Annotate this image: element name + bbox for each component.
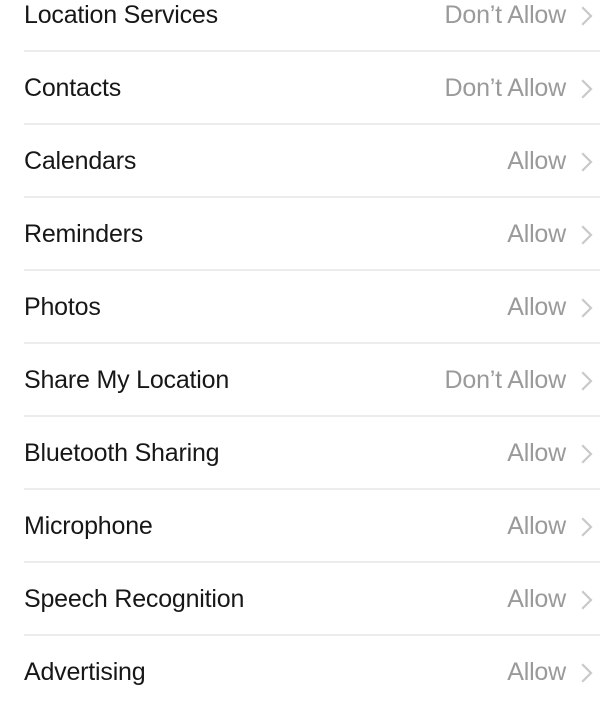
settings-row-accessory-group: Allow (507, 441, 594, 466)
chevron-right-icon (580, 370, 594, 392)
settings-row-location-services[interactable]: Location Services Don’t Allow (0, 0, 600, 52)
settings-row-label: Share My Location (24, 366, 230, 394)
settings-row-value: Allow (507, 658, 566, 686)
chevron-right-icon (580, 5, 594, 27)
settings-row-value: Don’t Allow (444, 366, 567, 394)
chevron-right-icon (580, 224, 594, 246)
settings-row-label: Advertising (24, 658, 146, 686)
settings-row-value: Allow (507, 220, 566, 248)
settings-row-advertising[interactable]: Advertising Allow (0, 636, 600, 709)
chevron-right-icon (580, 443, 594, 465)
settings-row-value: Allow (507, 585, 566, 613)
settings-row-share-my-location[interactable]: Share My Location Don’t Allow (0, 344, 600, 417)
settings-row-label: Bluetooth Sharing (24, 439, 220, 467)
chevron-right-icon (580, 151, 594, 173)
chevron-right-icon (580, 589, 594, 611)
privacy-settings-list: Location Services Don’t Allow Contacts D… (0, 0, 600, 709)
settings-row-accessory-group: Allow (507, 660, 594, 685)
settings-row-calendars[interactable]: Calendars Allow (0, 125, 600, 198)
chevron-right-icon (580, 662, 594, 684)
settings-row-accessory-group: Allow (507, 295, 594, 320)
settings-row-bluetooth-sharing[interactable]: Bluetooth Sharing Allow (0, 417, 600, 490)
settings-row-value: Don’t Allow (444, 74, 567, 102)
chevron-right-icon (580, 78, 594, 100)
settings-row-label: Photos (24, 293, 101, 321)
settings-row-label: Location Services (24, 1, 218, 29)
settings-row-accessory-group: Don’t Allow (445, 76, 594, 101)
settings-row-accessory-group: Allow (507, 587, 594, 612)
settings-row-value: Allow (507, 147, 566, 175)
settings-row-value: Don’t Allow (444, 1, 567, 29)
settings-row-label: Contacts (24, 74, 122, 102)
settings-row-label: Calendars (24, 147, 137, 175)
settings-row-photos[interactable]: Photos Allow (0, 271, 600, 344)
settings-row-label: Reminders (24, 220, 144, 248)
settings-row-label: Speech Recognition (24, 585, 245, 613)
settings-row-speech-recognition[interactable]: Speech Recognition Allow (0, 563, 600, 636)
chevron-right-icon (580, 516, 594, 538)
settings-row-accessory-group: Allow (507, 149, 594, 174)
settings-row-label: Microphone (24, 512, 153, 540)
settings-row-accessory-group: Allow (507, 514, 594, 539)
settings-row-value: Allow (507, 293, 566, 321)
chevron-right-icon (580, 297, 594, 319)
settings-row-accessory-group: Don’t Allow (445, 3, 594, 28)
settings-row-value: Allow (507, 512, 566, 540)
settings-row-reminders[interactable]: Reminders Allow (0, 198, 600, 271)
settings-row-accessory-group: Don’t Allow (445, 368, 594, 393)
settings-row-contacts[interactable]: Contacts Don’t Allow (0, 52, 600, 125)
settings-row-value: Allow (507, 439, 566, 467)
settings-row-accessory-group: Allow (507, 222, 594, 247)
settings-row-microphone[interactable]: Microphone Allow (0, 490, 600, 563)
